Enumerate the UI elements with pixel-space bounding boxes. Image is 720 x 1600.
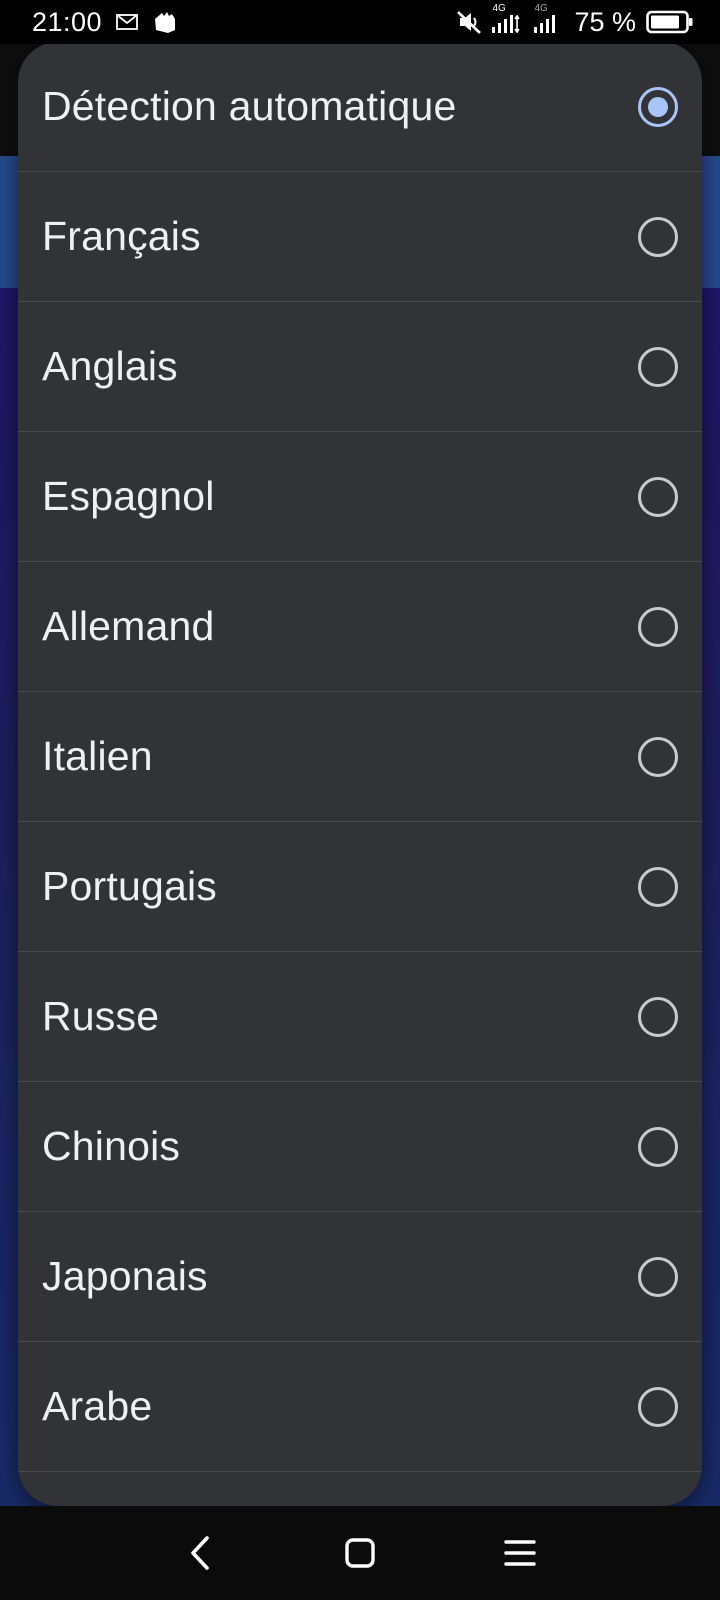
radio-unchecked-icon[interactable] — [638, 996, 678, 1037]
language-option-label: Japonais — [42, 1253, 208, 1299]
language-option[interactable]: Russe — [18, 952, 702, 1082]
radio-unchecked-icon[interactable] — [638, 606, 678, 647]
mute-icon — [456, 9, 482, 35]
language-option[interactable]: Portugais — [18, 822, 702, 952]
language-option[interactable]: Japonais — [18, 1212, 702, 1342]
language-option-label: Anglais — [42, 343, 178, 389]
radio-unchecked-icon[interactable] — [638, 866, 678, 907]
language-option[interactable]: Allemand — [18, 562, 702, 692]
radio-unchecked-icon[interactable] — [638, 736, 678, 777]
status-bar: 21:00 4G 4G 75 % — [0, 0, 720, 44]
language-option[interactable]: Italien — [18, 692, 702, 822]
radio-dot-icon — [648, 96, 668, 117]
battery-percent: 75 % — [574, 6, 636, 37]
language-option-label: Français — [42, 213, 201, 259]
recents-button[interactable] — [460, 1506, 580, 1600]
recents-icon — [503, 1538, 537, 1568]
language-option-label: Espagnol — [42, 473, 215, 519]
radio-unchecked-icon[interactable] — [638, 216, 678, 257]
signal-2-icon: 4G — [534, 3, 558, 35]
network-type-label-2: 4G — [534, 3, 548, 14]
language-selection-dialog: Détection automatique Français Anglais Espa… — [18, 42, 702, 1506]
radio-unchecked-icon[interactable] — [638, 1126, 678, 1167]
language-option[interactable]: Chinois — [18, 1082, 702, 1212]
back-button[interactable] — [140, 1506, 260, 1600]
radio-unchecked-icon[interactable] — [638, 476, 678, 517]
mail-icon — [116, 14, 138, 30]
language-option-list: Détection automatique Français Anglais Espa… — [18, 42, 702, 1472]
language-option[interactable]: Espagnol — [18, 432, 702, 562]
radio-unchecked-icon[interactable] — [638, 1256, 678, 1297]
navigation-bar — [0, 1506, 720, 1600]
language-option[interactable]: Arabe — [18, 1342, 702, 1472]
language-option-label: Chinois — [42, 1123, 181, 1169]
radio-checked-icon[interactable] — [638, 86, 678, 127]
back-icon — [188, 1535, 212, 1571]
language-option[interactable]: Détection automatique — [18, 42, 702, 172]
network-type-label-1: 4G — [492, 3, 506, 14]
app-notification-icon — [152, 10, 178, 34]
radio-unchecked-icon[interactable] — [638, 346, 678, 387]
signal-1-icon: 4G — [492, 3, 524, 35]
language-option-label: Russe — [42, 993, 160, 1039]
language-option-label: Arabe — [42, 1383, 153, 1429]
radio-unchecked-icon[interactable] — [638, 1386, 678, 1427]
language-option-label: Portugais — [42, 863, 218, 909]
language-option-label: Détection automatique — [42, 83, 457, 129]
language-option[interactable]: Français — [18, 172, 702, 302]
home-icon — [344, 1537, 376, 1569]
screen: 21:00 4G 4G 75 % Détection automatique F… — [0, 0, 720, 1600]
language-option-label: Allemand — [42, 603, 215, 649]
language-option-label: Italien — [42, 733, 153, 779]
language-option[interactable]: Anglais — [18, 302, 702, 432]
status-time: 21:00 — [32, 6, 103, 37]
battery-icon — [646, 10, 694, 34]
home-button[interactable] — [300, 1506, 420, 1600]
